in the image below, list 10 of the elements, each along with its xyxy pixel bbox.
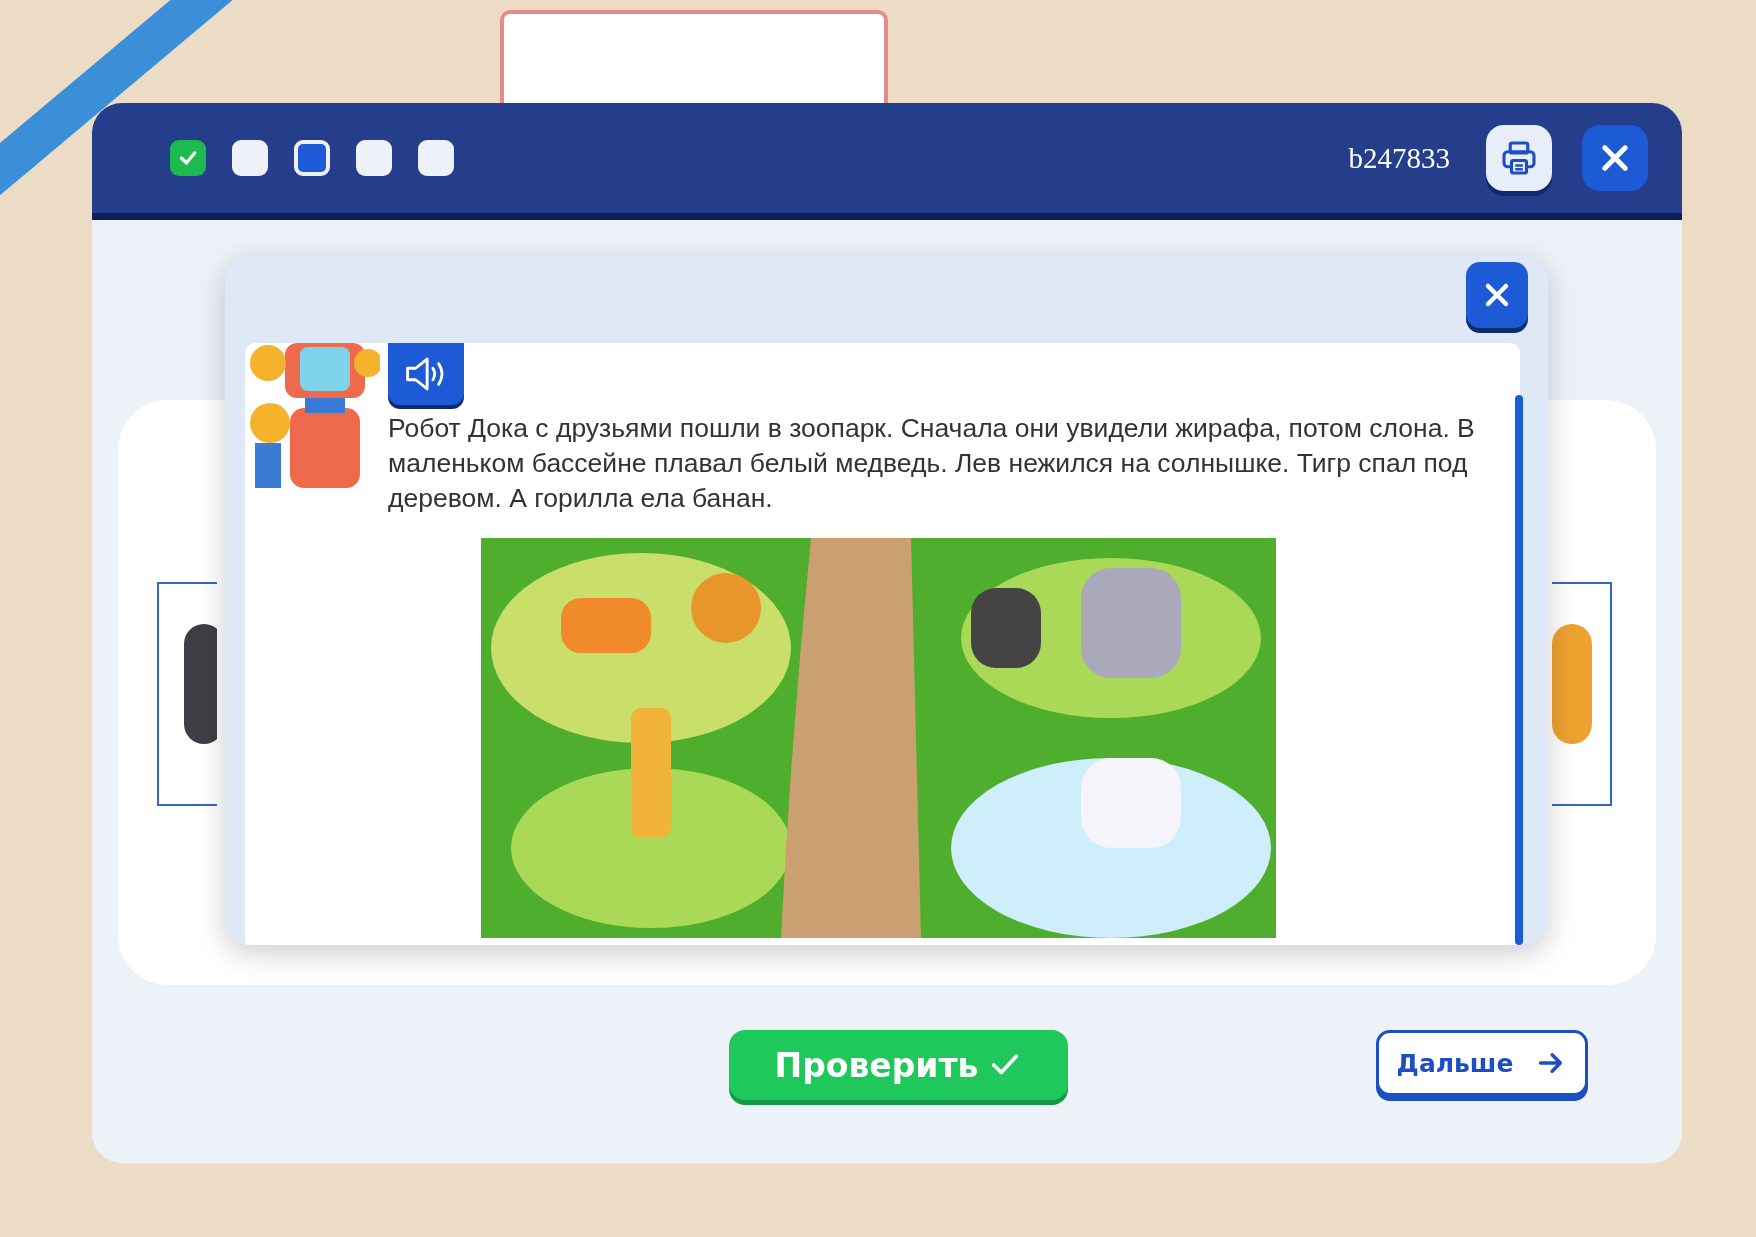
- story-text: Робот Дока с друзьями пошли в зоопарк. Сначала они увидели жирафа, потом слона. В маленьком бассейне плавал белый медведь. Лев нежился на солнышке. Тигр спал под деревом. А горилла ела банан.: [388, 412, 1476, 515]
- step-indicator[interactable]: [170, 140, 206, 176]
- step-indicator[interactable]: [356, 140, 392, 176]
- task-id: b247833: [1348, 141, 1450, 175]
- step-indicator[interactable]: [418, 140, 454, 176]
- scrollbar[interactable]: [1515, 395, 1523, 945]
- close-button[interactable]: [1582, 125, 1648, 191]
- step-indicator[interactable]: [232, 140, 268, 176]
- step-indicator[interactable]: [294, 140, 330, 176]
- printer-icon: [1499, 138, 1539, 178]
